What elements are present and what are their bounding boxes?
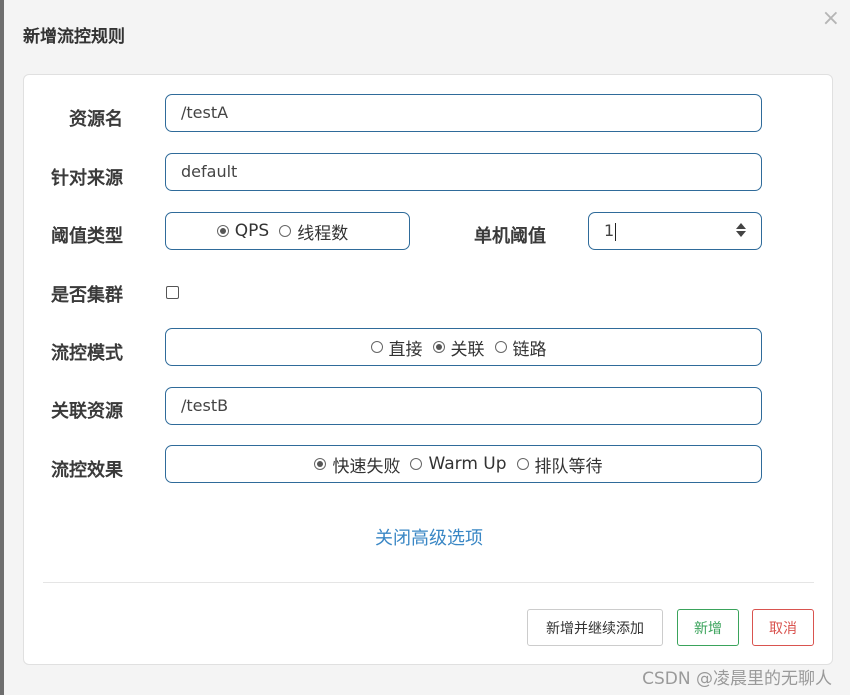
radio-chain[interactable]: 链路: [494, 335, 547, 360]
control-effect-group: 快速失败 Warm Up 排队等待: [165, 445, 762, 483]
form-panel: 资源名 /testA 针对来源 default 阈值类型 QPS 线程数 单机阈…: [23, 74, 833, 665]
limit-app-label: 针对来源: [51, 168, 123, 189]
dialog-title: 新增流控规则: [23, 27, 125, 47]
close-icon[interactable]: ×: [822, 8, 840, 30]
threshold-type-label: 阈值类型: [51, 226, 123, 247]
save-button[interactable]: 新增: [677, 609, 739, 646]
radio-queue-label: 排队等待: [534, 456, 603, 477]
radio-fast-fail[interactable]: 快速失败: [314, 452, 400, 477]
cluster-label: 是否集群: [51, 285, 123, 306]
footer-divider: [43, 582, 814, 583]
close-advanced-options-link[interactable]: 关闭高级选项: [24, 524, 834, 550]
radio-thread-count-dot[interactable]: [279, 225, 292, 237]
radio-warm-up[interactable]: Warm Up: [410, 454, 507, 474]
radio-fast-fail-label: 快速失败: [332, 456, 401, 477]
radio-qps-dot[interactable]: [216, 225, 229, 237]
radio-warm-up-dot[interactable]: [410, 458, 423, 470]
flow-mode-group: 直接 关联 链路: [165, 328, 762, 366]
radio-qps-label: QPS: [234, 221, 270, 241]
limit-app-input-value: default: [181, 162, 238, 181]
single-threshold-value: 1: [604, 221, 615, 240]
radio-relate[interactable]: 关联: [432, 335, 485, 360]
radio-direct-label: 直接: [388, 339, 423, 360]
ref-resource-input-value: /testB: [181, 396, 229, 415]
control-effect-label: 流控效果: [51, 460, 123, 481]
radio-chain-label: 链路: [512, 339, 547, 360]
cancel-button[interactable]: 取消: [752, 609, 814, 646]
radio-chain-dot[interactable]: [494, 341, 507, 353]
number-spinner-icon[interactable]: [736, 223, 746, 239]
save-and-continue-button[interactable]: 新增并继续添加: [527, 609, 663, 646]
limit-app-input[interactable]: default: [165, 153, 762, 191]
radio-thread-count[interactable]: 线程数: [279, 219, 348, 244]
radio-direct[interactable]: 直接: [370, 335, 423, 360]
radio-queue[interactable]: 排队等待: [516, 452, 603, 477]
radio-qps[interactable]: QPS: [216, 221, 270, 241]
ref-resource-input[interactable]: /testB: [165, 387, 762, 425]
watermark: CSDN @凌晨里的无聊人: [642, 669, 832, 689]
radio-relate-dot[interactable]: [432, 341, 445, 353]
single-threshold-label: 单机阈值: [474, 226, 546, 247]
flow-mode-label: 流控模式: [51, 343, 123, 364]
ref-resource-label: 关联资源: [51, 401, 123, 422]
resource-label: 资源名: [69, 109, 123, 130]
text-caret: [615, 222, 617, 241]
radio-thread-count-label: 线程数: [297, 223, 349, 244]
threshold-type-group: QPS 线程数: [165, 212, 410, 250]
resource-input-value: /testA: [181, 103, 229, 122]
single-threshold-input[interactable]: 1: [588, 212, 762, 250]
radio-queue-dot[interactable]: [516, 458, 529, 470]
radio-fast-fail-dot[interactable]: [314, 458, 327, 470]
add-flow-rule-dialog: 新增流控规则 × 资源名 /testA 针对来源 default 阈值类型 QP…: [4, 0, 850, 695]
cluster-checkbox[interactable]: [166, 286, 179, 299]
radio-direct-dot[interactable]: [370, 341, 383, 353]
radio-warm-up-label: Warm Up: [428, 454, 507, 474]
radio-relate-label: 关联: [450, 339, 485, 360]
resource-input[interactable]: /testA: [165, 94, 762, 132]
